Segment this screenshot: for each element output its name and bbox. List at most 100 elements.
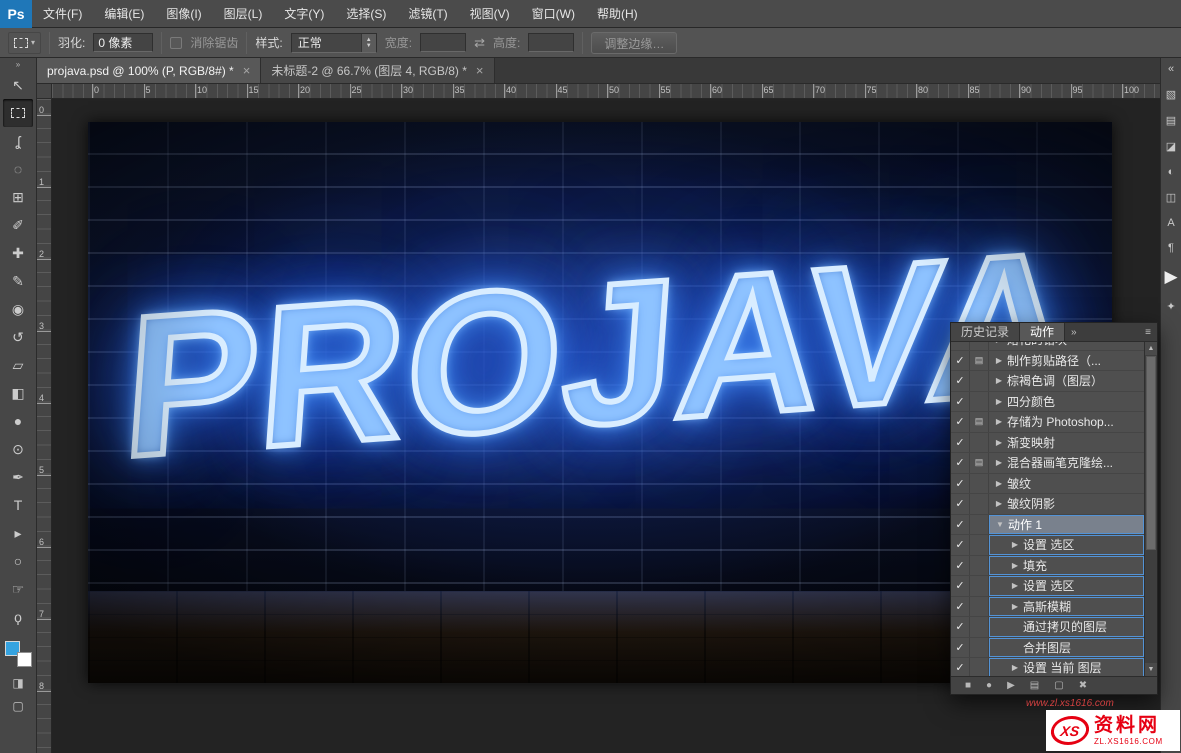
toggle-item-check-icon[interactable]: ✓ bbox=[951, 342, 970, 350]
quick-mask-icon[interactable]: ◨ bbox=[12, 676, 23, 690]
menu-item[interactable]: 视图(V) bbox=[459, 0, 521, 28]
action-row[interactable]: ✓ 合并图层 bbox=[951, 637, 1144, 658]
action-row[interactable]: ✓ ▶ 皱纹 bbox=[951, 473, 1144, 494]
expand-arrow-icon[interactable]: ▶ bbox=[1009, 663, 1021, 672]
masks-panel-icon[interactable]: ◫ bbox=[1166, 191, 1176, 204]
toggle-item-check-icon[interactable]: ✓ bbox=[951, 658, 970, 676]
expand-arrow-icon[interactable]: ▶ bbox=[993, 417, 1005, 426]
dialog-toggle-icon[interactable] bbox=[970, 514, 989, 534]
styles-panel-icon[interactable]: ◪ bbox=[1166, 140, 1176, 153]
toggle-item-check-icon[interactable]: ✓ bbox=[951, 596, 970, 616]
action-row[interactable]: ✓ ▶ 皱纹阴影 bbox=[951, 494, 1144, 515]
action-row[interactable]: ✓ ▶ 棕褐色调（图层） bbox=[951, 371, 1144, 392]
dialog-toggle-icon[interactable] bbox=[970, 371, 989, 391]
expand-arrow-icon[interactable]: ▶ bbox=[993, 397, 1005, 406]
menu-item[interactable]: 图层(L) bbox=[213, 0, 274, 28]
width-input[interactable] bbox=[420, 33, 467, 52]
expand-arrow-icon[interactable]: ▶ bbox=[1009, 602, 1021, 611]
dialog-toggle-icon[interactable] bbox=[970, 658, 989, 676]
expand-arrow-icon[interactable]: ▼ bbox=[994, 520, 1006, 529]
expand-arrow-icon[interactable]: ▶ bbox=[993, 479, 1005, 488]
dialog-toggle-icon[interactable]: ▤ bbox=[970, 412, 989, 432]
move-tool[interactable]: ↖ bbox=[3, 71, 33, 99]
action-row[interactable]: ✓ ▶ 渐变映射 bbox=[951, 432, 1144, 453]
document-tab[interactable]: 未标题-2 @ 66.7% (图层 4, RGB/8) * × bbox=[261, 58, 495, 83]
scroll-up-icon[interactable]: ▲ bbox=[1145, 342, 1157, 355]
panel-menu-icon[interactable]: ≡ bbox=[1139, 323, 1157, 341]
dialog-toggle-icon[interactable] bbox=[970, 432, 989, 452]
action-row[interactable]: ✓ ▶ 高斯模糊 bbox=[951, 596, 1144, 617]
action-row[interactable]: ✓ ▼ 动作 1 bbox=[951, 514, 1144, 535]
action-row[interactable]: ✓ ▶ 设置 选区 bbox=[951, 576, 1144, 597]
dialog-toggle-icon[interactable] bbox=[970, 555, 989, 575]
action-row[interactable]: ✓ ▶ 填充 bbox=[951, 555, 1144, 576]
path-selection-tool[interactable]: ▸ bbox=[3, 519, 33, 547]
dialog-toggle-icon[interactable] bbox=[970, 637, 989, 657]
toggle-item-check-icon[interactable]: ✓ bbox=[951, 494, 970, 514]
action-row[interactable]: ✓ 通过拷贝的图层 bbox=[951, 617, 1144, 638]
gradient-tool[interactable]: ◧ bbox=[3, 379, 33, 407]
quick-selection-tool[interactable]: ◌ bbox=[3, 155, 33, 183]
menu-item[interactable]: 滤镜(T) bbox=[397, 0, 458, 28]
brush-panel-icon[interactable]: ✦ bbox=[1166, 300, 1175, 313]
action-row[interactable]: ✓ ▶ 设置 当前 图层 bbox=[951, 658, 1144, 676]
menu-item[interactable]: 图像(I) bbox=[155, 0, 212, 28]
expand-arrow-icon[interactable]: ▶ bbox=[993, 376, 1005, 385]
dialog-toggle-icon[interactable] bbox=[970, 617, 989, 637]
panel-tab-actions[interactable]: 动作 bbox=[1020, 323, 1066, 341]
record-icon[interactable]: ● bbox=[986, 680, 992, 691]
ruler-corner[interactable] bbox=[37, 84, 52, 99]
style-select[interactable]: 正常 ▲ ▼ bbox=[290, 32, 377, 53]
rectangular-marquee-tool[interactable] bbox=[3, 99, 33, 127]
screen-mode-icon[interactable]: ▢ bbox=[12, 699, 23, 713]
type-tool[interactable]: T bbox=[3, 491, 33, 519]
expand-arrow-icon[interactable]: ▶ bbox=[1009, 540, 1021, 549]
action-row[interactable]: ✓ ▤ ▶ 混合器画笔克隆绘... bbox=[951, 453, 1144, 474]
menu-item[interactable]: 文件(F) bbox=[32, 0, 93, 28]
action-row[interactable]: ✓ ▤ ▶ 制作剪贴路径（... bbox=[951, 350, 1144, 371]
panel-collapse-icon[interactable]: » bbox=[1065, 323, 1083, 341]
toggle-item-check-icon[interactable]: ✓ bbox=[951, 432, 970, 452]
character-panel-icon[interactable]: A bbox=[1167, 217, 1174, 229]
toggle-item-check-icon[interactable]: ✓ bbox=[951, 371, 970, 391]
expand-arrow-icon[interactable]: ▶ bbox=[1009, 581, 1021, 590]
expand-arrow-icon[interactable]: ▶ bbox=[993, 356, 1005, 365]
menu-item[interactable]: 选择(S) bbox=[335, 0, 397, 28]
expand-dock-icon[interactable]: « bbox=[1168, 63, 1174, 75]
pen-tool[interactable]: ✒ bbox=[3, 463, 33, 491]
dodge-tool[interactable]: ⊙ bbox=[3, 435, 33, 463]
toggle-item-check-icon[interactable]: ✓ bbox=[951, 514, 970, 534]
dialog-toggle-icon[interactable]: ▤ bbox=[970, 350, 989, 370]
new-action-icon[interactable]: ▢ bbox=[1054, 680, 1063, 691]
antialias-checkbox[interactable] bbox=[170, 36, 183, 49]
adjustments-panel-icon[interactable]: ◐ bbox=[1168, 166, 1175, 178]
expand-arrow-icon[interactable]: ▶ bbox=[993, 458, 1005, 467]
blur-tool[interactable]: ● bbox=[3, 407, 33, 435]
brush-tool[interactable]: ✎ bbox=[3, 267, 33, 295]
healing-brush-tool[interactable]: ✚ bbox=[3, 239, 33, 267]
feather-input[interactable] bbox=[93, 33, 154, 52]
eyedropper-tool[interactable]: ✐ bbox=[3, 211, 33, 239]
expand-arrow-icon[interactable]: ▶ bbox=[993, 438, 1005, 447]
zoom-tool[interactable]: ϙ bbox=[3, 603, 33, 631]
horizontal-ruler[interactable]: 0 5 10 15 20 25 30 35 40 45 50 55 60 65 70 75 80 85 90 95 10… bbox=[52, 84, 1160, 99]
toggle-item-check-icon[interactable]: ✓ bbox=[951, 473, 970, 493]
toggle-item-check-icon[interactable]: ✓ bbox=[951, 576, 970, 596]
ellipse-tool[interactable]: ○ bbox=[3, 547, 33, 575]
refine-edge-button[interactable]: 调整边缘… bbox=[591, 31, 678, 54]
toggle-item-check-icon[interactable]: ✓ bbox=[951, 555, 970, 575]
delete-icon[interactable]: ✖ bbox=[1079, 680, 1087, 691]
folder-icon[interactable]: ▤ bbox=[1030, 680, 1039, 691]
swatches-panel-icon[interactable]: ▤ bbox=[1166, 114, 1176, 127]
toolbar-collapse-icon[interactable]: » bbox=[16, 58, 20, 71]
color-panel-icon[interactable]: ▧ bbox=[1166, 88, 1176, 101]
combo-arrows-icon[interactable]: ▲ ▼ bbox=[360, 33, 376, 52]
swap-dimensions-icon[interactable]: ⇄ bbox=[474, 35, 485, 51]
eraser-tool[interactable]: ▱ bbox=[3, 351, 33, 379]
height-input[interactable] bbox=[528, 33, 575, 52]
tool-preset-picker[interactable]: ▾ bbox=[8, 31, 42, 54]
action-row[interactable]: ✓ ▶熔化的铅块 bbox=[951, 342, 1144, 351]
scroll-down-icon[interactable]: ▼ bbox=[1145, 663, 1157, 676]
dialog-toggle-icon[interactable] bbox=[970, 535, 989, 555]
play-icon[interactable]: ▶ bbox=[1007, 680, 1015, 691]
